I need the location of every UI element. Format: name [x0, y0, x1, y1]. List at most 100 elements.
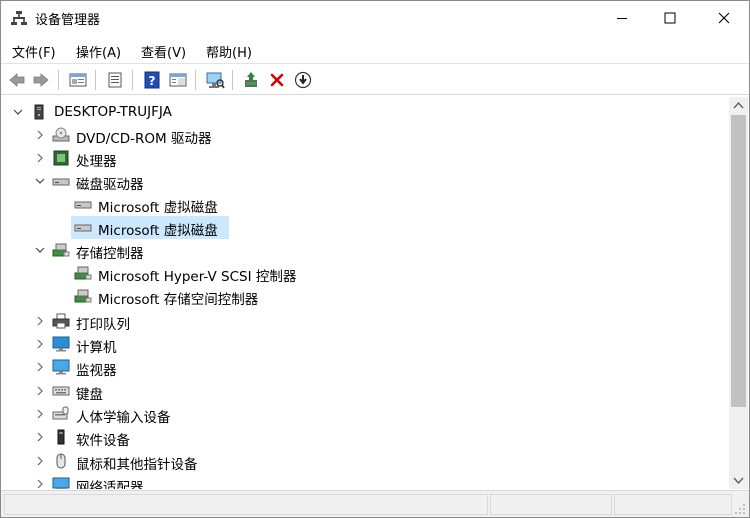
menu-bar: 文件(F) 操作(A) 查看(V) 帮助(H)	[1, 37, 749, 63]
chevron-right-icon[interactable]	[34, 338, 46, 350]
scroll-down-icon[interactable]	[733, 477, 744, 485]
resize-grip-icon[interactable]	[734, 503, 746, 515]
software-device-icon	[57, 429, 65, 445]
tree-node-print-queues[interactable]: 打印队列	[2, 310, 729, 333]
help-icon: ?	[144, 71, 160, 89]
chevron-right-icon[interactable]	[34, 478, 46, 489]
tree-root-label: DESKTOP-TRUJFJA	[54, 104, 172, 120]
tree-node-label: 键盘	[76, 387, 103, 403]
tree-child-hyperv-scsi[interactable]: Microsoft Hyper-V SCSI 控制器	[2, 262, 729, 285]
forward-button[interactable]	[30, 69, 52, 91]
tree-child-virtual-disk-1[interactable]: Microsoft 虚拟磁盘	[2, 193, 729, 216]
show-hide-console-tree-button[interactable]	[67, 69, 89, 91]
toolbar-separator	[232, 70, 233, 90]
menu-help[interactable]: 帮助(H)	[206, 42, 252, 61]
scroll-up-icon[interactable]	[733, 101, 744, 109]
tree-node-computer[interactable]: 计算机	[2, 333, 729, 356]
disable-icon	[294, 71, 312, 89]
keyboard-icon	[52, 386, 70, 396]
tree-node-disk-drives[interactable]: 磁盘驱动器	[2, 170, 729, 193]
tree-node-keyboard[interactable]: 键盘	[2, 380, 729, 403]
scan-hardware-button[interactable]	[204, 69, 226, 91]
toolbar-separator	[132, 70, 133, 90]
tree-node-storage-controllers[interactable]: 存储控制器	[2, 239, 729, 262]
device-manager-app-icon	[11, 11, 27, 25]
update-driver-icon	[245, 72, 257, 87]
close-icon	[718, 12, 730, 24]
window-title: 设备管理器	[35, 13, 101, 28]
dvd-drive-icon	[52, 127, 70, 142]
tree-node-label: 软件设备	[76, 433, 130, 449]
tree-child-virtual-disk-2[interactable]: Microsoft 虚拟磁盘	[2, 216, 729, 239]
tree-node-label: 磁盘驱动器	[76, 177, 144, 193]
disk-drive-icon	[74, 224, 92, 232]
properties-button[interactable]	[104, 69, 126, 91]
tree-node-label: 处理器	[76, 154, 117, 170]
tree-node-label: Microsoft Hyper-V SCSI 控制器	[98, 269, 297, 285]
status-cell-main	[4, 494, 488, 515]
chevron-right-icon[interactable]	[34, 455, 46, 467]
chevron-right-icon[interactable]	[34, 408, 46, 420]
tree-node-hid[interactable]: 人体学输入设备	[2, 403, 729, 426]
tree-node-label: 鼠标和其他指针设备	[76, 457, 198, 473]
tree-root-row[interactable]: DESKTOP-TRUJFJA	[2, 101, 729, 124]
hid-icon	[52, 406, 69, 420]
tree-node-processor[interactable]: 处理器	[2, 147, 729, 170]
chevron-down-icon[interactable]	[12, 106, 24, 118]
title-bar[interactable]: 设备管理器	[1, 1, 749, 35]
chevron-right-icon[interactable]	[34, 361, 46, 373]
back-button[interactable]	[6, 69, 28, 91]
printer-icon	[52, 313, 70, 329]
chevron-right-icon[interactable]	[34, 315, 46, 327]
tree-node-dvd[interactable]: DVD/CD-ROM 驱动器	[2, 124, 729, 147]
action-view-icon	[169, 73, 187, 87]
minimize-button[interactable]	[599, 1, 645, 35]
device-tree[interactable]: DESKTOP-TRUJFJA DVD/CD-ROM 驱动器 处理器 磁盘驱动器…	[2, 97, 729, 489]
chevron-right-icon[interactable]	[34, 385, 46, 397]
menu-action[interactable]: 操作(A)	[76, 42, 121, 61]
tree-node-mouse[interactable]: 鼠标和其他指针设备	[2, 450, 729, 473]
chevron-down-icon[interactable]	[34, 244, 46, 256]
processor-icon	[53, 150, 69, 166]
tree-node-label: 监视器	[76, 363, 117, 379]
update-driver-button[interactable]	[241, 69, 263, 91]
tree-node-label: 打印队列	[76, 317, 130, 333]
menu-view[interactable]: 查看(V)	[141, 42, 186, 61]
close-button[interactable]	[701, 1, 747, 35]
disk-drive-icon	[52, 178, 70, 186]
disable-device-button[interactable]	[292, 69, 314, 91]
action-view-button[interactable]	[167, 69, 189, 91]
computer-tower-icon	[34, 104, 44, 120]
vertical-scrollbar[interactable]	[729, 97, 748, 489]
network-adapter-icon	[52, 477, 70, 489]
computer-icon	[52, 336, 70, 352]
device-manager-window: 设备管理器 文件(F) 操作(A) 查看(V) 帮助(H) ? DESKTOP-…	[0, 0, 750, 518]
toolbar-separator	[195, 70, 196, 90]
chevron-right-icon[interactable]	[34, 431, 46, 443]
properties-icon	[108, 72, 122, 88]
tree-child-storage-spaces[interactable]: Microsoft 存储空间控制器	[2, 285, 729, 308]
tree-node-software-devices[interactable]: 软件设备	[2, 426, 729, 449]
chevron-down-icon[interactable]	[34, 175, 46, 187]
help-button[interactable]: ?	[141, 69, 163, 91]
menu-file[interactable]: 文件(F)	[12, 42, 56, 61]
tree-node-network-adapters[interactable]: 网络适配器	[2, 473, 729, 489]
storage-controller-icon	[74, 289, 92, 303]
chevron-right-icon[interactable]	[34, 152, 46, 164]
storage-controller-icon	[52, 243, 70, 257]
tree-node-label: Microsoft 存储空间控制器	[98, 292, 259, 308]
tree-node-label: 人体学输入设备	[76, 410, 171, 426]
tree-node-label: 存储控制器	[76, 246, 144, 262]
chevron-right-icon[interactable]	[34, 129, 46, 141]
tree-node-label: Microsoft 虚拟磁盘	[98, 223, 218, 239]
back-icon	[9, 73, 25, 87]
tree-node-label: 计算机	[76, 340, 117, 356]
tree-node-monitor[interactable]: 监视器	[2, 356, 729, 379]
maximize-button[interactable]	[647, 1, 693, 35]
scrollbar-thumb[interactable]	[731, 115, 746, 407]
monitor-icon	[52, 359, 70, 375]
storage-controller-icon	[74, 266, 92, 280]
disk-drive-icon	[74, 201, 92, 209]
uninstall-device-button[interactable]	[266, 69, 288, 91]
minimize-icon	[617, 18, 627, 19]
